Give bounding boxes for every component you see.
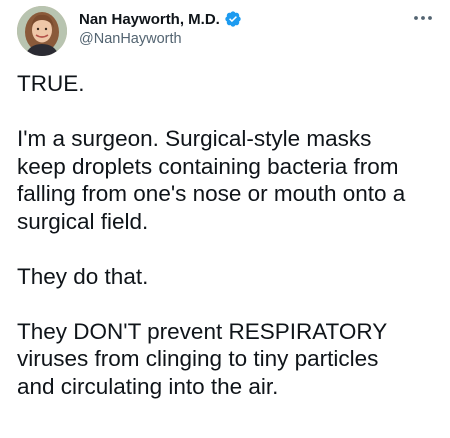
more-options-button[interactable] [408, 8, 438, 28]
verified-badge-icon [224, 10, 242, 28]
tweet-paragraph: I'm a surgeon. Surgical-style masks keep… [17, 126, 406, 234]
more-horizontal-icon [414, 16, 432, 20]
tweet-paragraph: They DON'T prevent RESPIRATORY viruses f… [17, 318, 388, 399]
display-name[interactable]: Nan Hayworth, M.D. [79, 11, 220, 28]
display-name-row: Nan Hayworth, M.D. [79, 9, 242, 29]
tweet-card: Nan Hayworth, M.D. @NanHayworth TRUE. I'… [0, 0, 450, 438]
tweet-paragraph: They do that. [17, 263, 149, 289]
tweet-text: TRUE. I'm a surgeon. Surgical-style mask… [17, 70, 445, 400]
author-names: Nan Hayworth, M.D. @NanHayworth [79, 9, 242, 47]
user-handle[interactable]: @NanHayworth [79, 31, 242, 47]
avatar[interactable] [17, 6, 67, 56]
tweet-paragraph: TRUE. [17, 71, 85, 96]
profile-photo-icon [17, 6, 67, 56]
